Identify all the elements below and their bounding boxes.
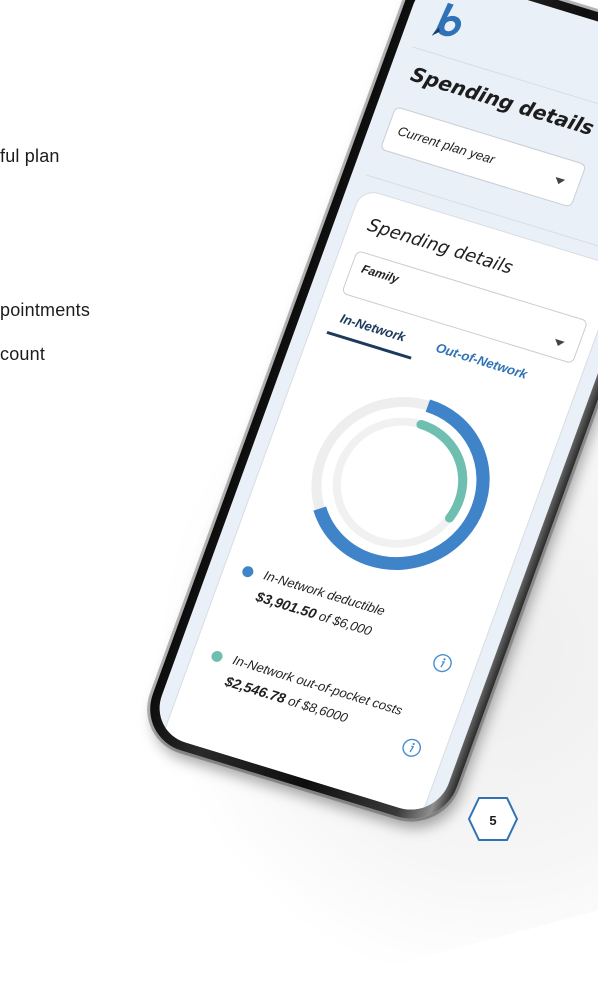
page-number: 5	[489, 813, 497, 828]
legend-item-out-of-pocket: In-Network out-of-pocket costs $2,546.78…	[209, 646, 445, 757]
chevron-down-icon	[553, 338, 565, 348]
info-icon[interactable]	[430, 651, 456, 676]
background-text-line-1: ful plan	[0, 146, 60, 166]
spending-ring-chart	[309, 395, 490, 570]
background-text-line-2: pointments	[0, 300, 91, 320]
background-text-line-3: count	[0, 344, 46, 364]
out-of-pocket-color-dot	[209, 649, 225, 664]
chevron-down-icon	[553, 176, 566, 186]
info-icon[interactable]	[399, 735, 425, 760]
coverage-selected: Family	[359, 261, 401, 287]
ring-track-outer	[311, 397, 489, 569]
plan-period-selected: Current plan year	[395, 123, 497, 167]
deductible-arc	[309, 395, 490, 570]
brand-logo-icon[interactable]	[427, 0, 473, 46]
deductible-color-dot	[240, 564, 255, 579]
page-number-badge: 5	[467, 794, 519, 844]
